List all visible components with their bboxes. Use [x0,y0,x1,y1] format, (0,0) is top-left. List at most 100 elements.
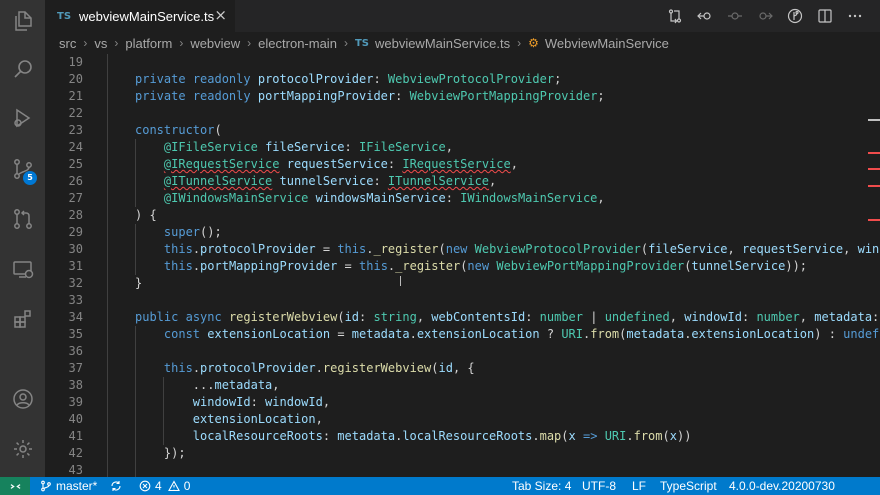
breadcrumb-item[interactable]: electron-main [258,36,337,51]
indent-guide [107,156,108,173]
indent-guide [107,275,108,292]
code-line[interactable]: 26 @ITunnelService tunnelService: ITunne… [45,173,880,190]
indent-guide [107,139,108,156]
line-code: }); [135,446,186,460]
code-line[interactable]: 27 @IWindowsMainService windowsMainServi… [45,190,880,207]
code-line[interactable]: 37 this.protocolProvider.registerWebview… [45,360,880,377]
code-line[interactable]: 23 constructor( [45,122,880,139]
line-number: 37 [68,361,83,375]
line-number: 25 [68,157,83,171]
pull-requests-icon[interactable] [0,199,45,239]
code-line[interactable]: 35 const extensionLocation = metadata.ex… [45,326,880,343]
breadcrumb-item[interactable]: webview [190,36,240,51]
code-line[interactable]: 25 @IRequestService requestService: IReq… [45,156,880,173]
source-control-icon[interactable]: 5 [0,149,45,189]
line-number: 42 [68,446,83,460]
line-number: 36 [68,344,83,358]
indent-guide [107,173,108,190]
activity-bar: 5 [0,0,45,477]
class-symbol-icon: ⚙ [528,36,539,50]
end-of-line[interactable]: LF [632,477,646,495]
dot-icon[interactable] [720,4,750,28]
extensions-icon[interactable] [0,299,45,339]
code-line[interactable]: 29 super(); [45,224,880,241]
typescript-version[interactable]: 4.0.0-dev.20200730 [729,477,835,495]
code-line[interactable]: 39 windowId: windowId, [45,394,880,411]
sync-icon [111,481,121,491]
encoding[interactable]: UTF-8 [582,477,616,495]
tab-size[interactable]: Tab Size: 4 [512,477,571,495]
code-line[interactable]: 42 }); [45,445,880,462]
remote-indicator[interactable] [0,477,30,495]
run-and-debug-icon[interactable] [0,98,45,138]
source-control-icon[interactable] [780,4,810,28]
sync-button[interactable] [110,477,126,495]
tab-webview-main-service[interactable]: TS webviewMainService.ts × [45,0,235,32]
code-line[interactable]: 28 ) { [45,207,880,224]
breadcrumb-item[interactable]: platform [125,36,172,51]
line-number: 28 [68,208,83,222]
breadcrumb-item[interactable]: vs [94,36,107,51]
code-line[interactable]: 19 [45,54,880,71]
search-icon[interactable] [0,49,45,89]
problems-indicator[interactable]: 4 0 [139,477,190,495]
code-line[interactable]: 20 private readonly protocolProvider: Web… [45,71,880,88]
code-line[interactable]: 21 private readonly portMappingProvider: … [45,88,880,105]
accounts-icon[interactable] [0,379,45,419]
tab-label: webviewMainService.ts [79,8,215,24]
code-editor[interactable]: 19 20 private readonly protocolProvider: W… [45,54,880,477]
line-number: 32 [68,276,83,290]
indent-guide [135,462,136,477]
code-line[interactable]: 38 ...metadata, [45,377,880,394]
code-line[interactable]: 43 [45,462,880,477]
split-editor-icon[interactable] [810,4,840,28]
code-line[interactable]: 41 localResourceRoots: metadata.localRes… [45,428,880,445]
line-code: super(); [163,225,222,239]
code-line[interactable]: 34 public async registerWebview(id: strin… [45,309,880,326]
editor-actions [660,0,870,32]
git-branch-icon [41,480,51,492]
indent-guide [107,258,108,275]
remote-icon [10,483,20,489]
indent-guide [107,122,108,139]
line-number: 41 [68,429,83,443]
source-control-badge: 5 [23,171,37,185]
line-number: 35 [68,327,83,341]
code-line[interactable]: 30 this.protocolProvider = this._registe… [45,241,880,258]
language-mode[interactable]: TypeScript [660,477,717,495]
compare-changes-icon[interactable] [660,4,690,28]
line-code: constructor( [135,123,222,137]
chevron-right-icon: › [83,36,88,50]
chevron-right-icon: › [343,36,348,50]
line-code: ...metadata, [135,378,280,392]
code-line[interactable]: 40 extensionLocation, [45,411,880,428]
line-number: 21 [68,89,83,103]
chevron-right-icon: › [517,36,522,50]
breadcrumb-file[interactable]: webviewMainService.ts [375,36,510,51]
line-code: this.protocolProvider = this._register(n… [163,242,880,256]
indent-guide [107,309,108,326]
breadcrumb-item[interactable]: src [59,36,76,51]
explorer-icon[interactable] [0,1,45,41]
code-line[interactable]: 32} [45,275,880,292]
code-line[interactable]: 36 [45,343,880,360]
close-icon[interactable]: × [214,6,227,24]
go-forward-icon[interactable] [750,4,780,28]
go-back-icon[interactable] [690,4,720,28]
code-line[interactable]: 24 @IFileService fileService: IFileServi… [45,139,880,156]
code-line[interactable]: 22 [45,105,880,122]
code-line[interactable]: 31 this.portMappingProvider = this._regi… [45,258,880,275]
line-number: 20 [68,72,83,86]
line-code: @IWindowsMainService windowsMainService:… [163,191,605,205]
code-line[interactable]: 33 [45,292,880,309]
branch-indicator[interactable]: master* [40,477,97,495]
manage-gear-icon[interactable] [0,429,45,469]
breadcrumb-symbol[interactable]: WebviewMainService [545,36,669,51]
chevron-right-icon: › [114,36,119,50]
indent-guide [107,207,108,224]
line-code: windowId: windowId, [192,395,331,409]
line-code: ) { [135,208,157,222]
remote-explorer-icon[interactable] [0,249,45,289]
line-number: 22 [68,106,83,120]
more-actions-icon[interactable] [840,4,870,28]
